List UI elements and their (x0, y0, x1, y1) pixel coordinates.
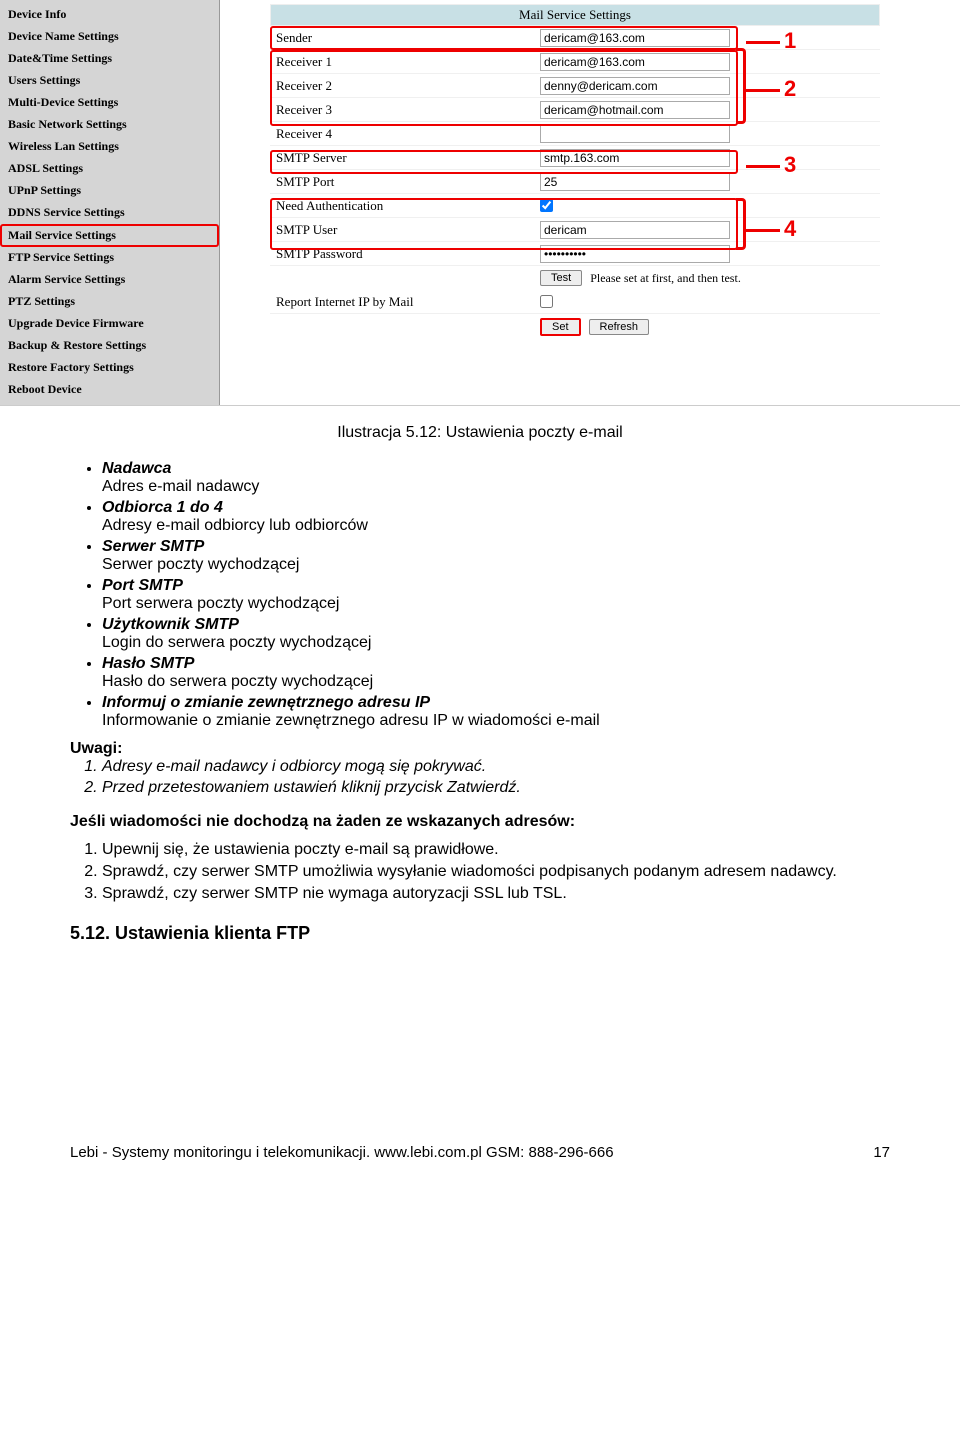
input-smtp-server[interactable] (540, 149, 730, 167)
sidebar-item[interactable]: DDNS Service Settings (0, 202, 219, 224)
input-smtp-password[interactable] (540, 245, 730, 263)
sidebar-item[interactable]: Basic Network Settings (0, 114, 219, 136)
troubleshoot-item: Upewnij się, że ustawienia poczty e-mail… (102, 841, 890, 859)
settings-legend: NadawcaAdres e-mail nadawcy Odbiorca 1 d… (102, 460, 890, 730)
sidebar-item[interactable]: Restore Factory Settings (0, 357, 219, 379)
label-receiver3: Receiver 3 (270, 102, 540, 118)
label-smtp-password: SMTP Password (270, 246, 540, 262)
label-report-ip: Report Internet IP by Mail (270, 294, 540, 310)
sidebar-item[interactable]: Alarm Service Settings (0, 269, 219, 291)
sidebar-item[interactable]: UPnP Settings (0, 180, 219, 202)
mail-settings-panel: Mail Service Settings Sender Receiver 1 … (220, 0, 960, 405)
callout-2: 2 (746, 76, 796, 102)
bullet-title: Informuj o zmianie zewnętrznego adresu I… (102, 694, 430, 711)
set-button[interactable]: Set (540, 318, 581, 336)
input-receiver1[interactable] (540, 53, 730, 71)
sidebar-item[interactable]: Wireless Lan Settings (0, 136, 219, 158)
sidebar-item-mail-service[interactable]: Mail Service Settings (0, 224, 219, 247)
troubleshoot-list: Upewnij się, że ustawienia poczty e-mail… (102, 841, 890, 903)
input-smtp-user[interactable] (540, 221, 730, 239)
sidebar-item[interactable]: Users Settings (0, 70, 219, 92)
label-smtp-user: SMTP User (270, 222, 540, 238)
document-body: Ilustracja 5.12: Ustawienia poczty e-mai… (0, 406, 960, 984)
label-receiver2: Receiver 2 (270, 78, 540, 94)
troubleshoot-heading: Jeśli wiadomości nie dochodzą na żaden z… (70, 813, 890, 831)
sidebar-item[interactable]: Reboot Device (0, 379, 219, 401)
sidebar-item[interactable]: FTP Service Settings (0, 247, 219, 269)
bullet-desc: Informowanie o zmianie zewnętrznego adre… (102, 712, 600, 729)
bullet-title: Użytkownik SMTP (102, 616, 239, 633)
label-smtp-server: SMTP Server (270, 150, 540, 166)
notes-heading: Uwagi: (70, 740, 890, 758)
bullet-title: Nadawca (102, 460, 171, 477)
bullet-desc: Serwer poczty wychodzącej (102, 556, 299, 573)
sidebar-item[interactable]: Device Name Settings (0, 26, 219, 48)
label-need-auth: Need Authentication (270, 198, 540, 214)
bullet-desc: Port serwera poczty wychodzącej (102, 595, 339, 612)
label-receiver4: Receiver 4 (270, 126, 540, 142)
bullet-desc: Hasło do serwera poczty wychodzącej (102, 673, 373, 690)
label-sender: Sender (270, 30, 540, 46)
input-smtp-port[interactable] (540, 173, 730, 191)
panel-header: Mail Service Settings (270, 4, 880, 26)
sidebar-item[interactable]: Upgrade Device Firmware (0, 313, 219, 335)
bullet-title: Hasło SMTP (102, 655, 194, 672)
sidebar-item[interactable]: Multi-Device Settings (0, 92, 219, 114)
input-sender[interactable] (540, 29, 730, 47)
input-receiver4[interactable] (540, 125, 730, 143)
refresh-button[interactable]: Refresh (589, 319, 650, 335)
note-item: Przed przetestowaniem ustawień kliknij p… (102, 779, 890, 797)
bullet-desc: Adres e-mail nadawcy (102, 478, 259, 495)
config-screenshot: Device Info Device Name Settings Date&Ti… (0, 0, 960, 406)
checkbox-need-auth[interactable] (540, 199, 553, 212)
troubleshoot-item: Sprawdź, czy serwer SMTP umożliwia wysył… (102, 863, 890, 881)
sidebar-item[interactable]: ADSL Settings (0, 158, 219, 180)
input-receiver3[interactable] (540, 101, 730, 119)
sidebar-item[interactable]: PTZ Settings (0, 291, 219, 313)
footer-page-number: 17 (873, 1144, 890, 1161)
sidebar-item[interactable]: Date&Time Settings (0, 48, 219, 70)
test-note: Please set at first, and then test. (590, 271, 741, 286)
section-5-12-heading: 5.12. Ustawienia klienta FTP (70, 923, 890, 944)
bullet-desc: Login do serwera poczty wychodzącej (102, 634, 371, 651)
callout-1: 1 (746, 28, 796, 54)
bullet-title: Port SMTP (102, 577, 183, 594)
bullet-title: Odbiorca 1 do 4 (102, 499, 223, 516)
troubleshoot-item: Sprawdź, czy serwer SMTP nie wymaga auto… (102, 885, 890, 903)
footer-left: Lebi - Systemy monitoringu i telekomunik… (70, 1144, 614, 1161)
sidebar-item[interactable]: Backup & Restore Settings (0, 335, 219, 357)
test-button[interactable]: Test (540, 270, 582, 286)
callout-4: 4 (746, 216, 796, 242)
input-receiver2[interactable] (540, 77, 730, 95)
bullet-title: Serwer SMTP (102, 538, 204, 555)
callout-3: 3 (746, 152, 796, 178)
notes-list: Adresy e-mail nadawcy i odbiorcy mogą si… (102, 758, 890, 797)
note-item: Adresy e-mail nadawcy i odbiorcy mogą si… (102, 758, 890, 776)
checkbox-report-ip[interactable] (540, 295, 553, 308)
label-receiver1: Receiver 1 (270, 54, 540, 70)
label-smtp-port: SMTP Port (270, 174, 540, 190)
bullet-desc: Adresy e-mail odbiorcy lub odbiorców (102, 517, 368, 534)
settings-sidebar: Device Info Device Name Settings Date&Ti… (0, 0, 220, 405)
page-footer: Lebi - Systemy monitoringu i telekomunik… (0, 1144, 960, 1161)
figure-caption: Ilustracja 5.12: Ustawienia poczty e-mai… (70, 424, 890, 442)
sidebar-item[interactable]: Device Info (0, 4, 219, 26)
